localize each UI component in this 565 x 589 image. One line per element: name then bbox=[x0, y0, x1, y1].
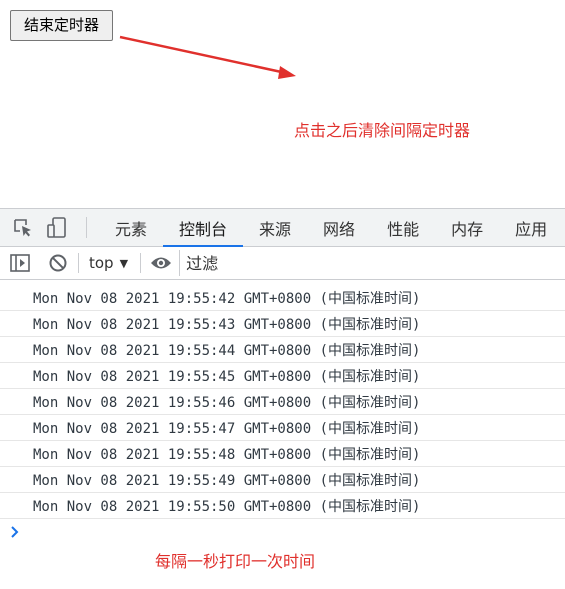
console-output: Mon Nov 08 2021 19:55:42 GMT+0800 (中国标准时… bbox=[0, 285, 565, 545]
tab-5[interactable]: 内存 bbox=[435, 209, 499, 246]
tab-0[interactable]: 元素 bbox=[99, 209, 163, 246]
context-label: top bbox=[89, 254, 114, 272]
console-toolbar: top ▼ bbox=[0, 247, 565, 280]
device-toolbar-icon[interactable] bbox=[40, 209, 74, 246]
clear-console-icon[interactable] bbox=[46, 251, 70, 275]
tab-3[interactable]: 网络 bbox=[307, 209, 371, 246]
console-filter-input[interactable] bbox=[179, 250, 565, 276]
sidebar-toggle-icon[interactable] bbox=[8, 251, 32, 275]
tab-1[interactable]: 控制台 bbox=[163, 209, 244, 247]
inspect-element-icon[interactable] bbox=[6, 209, 40, 246]
tab-2[interactable]: 来源 bbox=[243, 209, 307, 246]
annotation-clear-interval: 点击之后清除间隔定时器 bbox=[294, 121, 471, 140]
console-log-row: Mon Nov 08 2021 19:55:45 GMT+0800 (中国标准时… bbox=[0, 363, 565, 389]
end-timer-button[interactable]: 结束定时器 bbox=[10, 10, 113, 41]
chevron-down-icon: ▼ bbox=[119, 256, 129, 270]
page: 结束定时器 点击之后清除间隔定时器 元素控制台来源网络性能内存应用 bbox=[0, 0, 565, 589]
tab-4[interactable]: 性能 bbox=[371, 209, 435, 246]
console-log-row: Mon Nov 08 2021 19:55:47 GMT+0800 (中国标准时… bbox=[0, 415, 565, 441]
console-log-row: Mon Nov 08 2021 19:55:42 GMT+0800 (中国标准时… bbox=[0, 285, 565, 311]
console-log-row: Mon Nov 08 2021 19:55:43 GMT+0800 (中国标准时… bbox=[0, 311, 565, 337]
toolbar-divider bbox=[78, 253, 79, 273]
annotation-log-interval: 每隔一秒打印一次时间 bbox=[155, 552, 316, 571]
devtools-panel: 元素 控制台 来源 网络 性能 内存 应用 top ▼ 过滤 Mon Nov 0… bbox=[0, 208, 565, 589]
console-log-row: Mon Nov 08 2021 19:55:44 GMT+0800 (中国标准时… bbox=[0, 337, 565, 363]
live-expression-eye-icon[interactable] bbox=[149, 251, 173, 275]
console-log-row: Mon Nov 08 2021 19:55:50 GMT+0800 (中国标准时… bbox=[0, 493, 565, 519]
console-prompt[interactable] bbox=[0, 519, 565, 545]
prompt-chevron-icon bbox=[11, 526, 19, 538]
devtools-tabbar: 元素 控制台 来源 网络 性能 内存 应用 bbox=[0, 209, 565, 247]
tab-6[interactable]: 应用 bbox=[499, 209, 563, 246]
console-log-row: Mon Nov 08 2021 19:55:49 GMT+0800 (中国标准时… bbox=[0, 467, 565, 493]
tabbar-divider bbox=[86, 217, 87, 238]
console-log-row: Mon Nov 08 2021 19:55:46 GMT+0800 (中国标准时… bbox=[0, 389, 565, 415]
console-log-row: Mon Nov 08 2021 19:55:48 GMT+0800 (中国标准时… bbox=[0, 441, 565, 467]
toolbar-divider bbox=[140, 253, 142, 273]
context-selector[interactable]: top ▼ bbox=[85, 254, 132, 272]
